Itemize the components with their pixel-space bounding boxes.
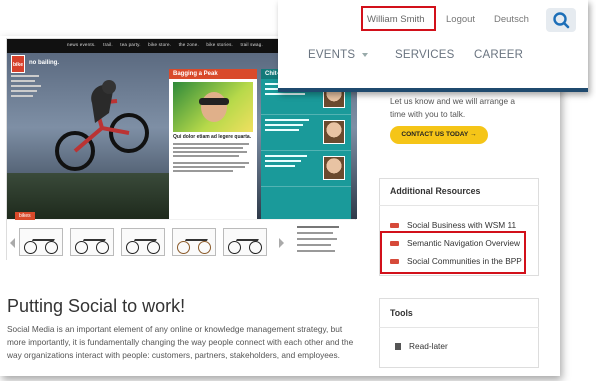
bike-thumbnail (70, 228, 114, 256)
nav-career[interactable]: CAREER (474, 49, 523, 61)
preview-logo: bike (11, 55, 25, 73)
chevron-down-icon (362, 52, 369, 57)
book-icon (395, 343, 401, 351)
bike-thumbnail (121, 228, 165, 256)
carousel-prev-icon (10, 238, 15, 248)
contact-us-button[interactable]: CONTACT US TODAY → (390, 126, 488, 144)
page: news events. trail. tea party. bike stor… (0, 0, 596, 381)
logout-link[interactable]: Logout (446, 14, 475, 25)
feature-card-heading: Qui dolor etiam ad legere quarta. (173, 134, 252, 140)
resource-link[interactable]: Social Business with WSM 11 (390, 220, 516, 230)
highlight-box-resources (380, 231, 526, 274)
divider (379, 327, 539, 328)
feature-card-text: Qui dolor etiam ad legere quarta. (169, 134, 257, 172)
preview-nav-item: tea party. (120, 42, 141, 47)
preview-tagline: no bailing. (29, 60, 59, 66)
article-title: Putting Social to work! (7, 296, 186, 316)
mountain-biker-image (55, 80, 149, 171)
search-button[interactable] (546, 8, 576, 32)
nav-events[interactable]: EVENTS (308, 49, 369, 61)
feature-card-image (173, 82, 253, 132)
carousel-next-icon (279, 238, 284, 248)
contact-intro-line: time with you to talk. (390, 109, 466, 119)
preview-nav: news events. trail. tea party. bike stor… (67, 42, 269, 47)
feature-card-label: Bagging a Peak (169, 69, 257, 79)
language-link[interactable]: Deutsch (494, 14, 529, 25)
document-icon (390, 223, 399, 229)
nav-career-label: CAREER (474, 49, 524, 61)
avatar (323, 120, 345, 144)
preview-nav-item: bike store. (148, 42, 172, 47)
read-later-label: Read-later (409, 341, 448, 351)
nav-services[interactable]: SERVICES (395, 49, 455, 61)
contact-intro-line: Let us know and we will arrange a (390, 96, 515, 106)
resource-link-label: Social Business with WSM 11 (407, 220, 517, 230)
avatar (323, 156, 345, 180)
search-icon (553, 12, 570, 29)
additional-resources-title: Additional Resources (390, 186, 481, 196)
preview-nav-item: the zone. (178, 42, 199, 47)
header-accent-bar (278, 88, 588, 92)
divider (379, 205, 539, 206)
bike-thumbnail (223, 228, 267, 256)
preview-side-list (297, 226, 339, 252)
read-later-link[interactable]: Read-later (395, 341, 448, 351)
preview-bike-carousel: bikes (7, 212, 357, 260)
nav-services-label: SERVICES (395, 49, 455, 61)
bike-thumbnail (19, 228, 63, 256)
preview-nav-item: bike stories. (206, 42, 233, 47)
nav-events-label: EVENTS (308, 49, 356, 61)
bikes-tab: bikes (15, 212, 35, 220)
article-body: Social Media is an important element of … (7, 324, 354, 360)
bike-thumbnail (172, 228, 216, 256)
preview-nav-item: trail. (103, 42, 113, 47)
chat-row (261, 115, 351, 151)
preview-hero-links (11, 75, 41, 100)
preview-nav-item: trail swag. (240, 42, 263, 47)
preview-nav-item: news events. (67, 42, 96, 47)
contact-intro: Let us know and we will arrange a time w… (390, 95, 515, 121)
preview-feature-card: Bagging a Peak Qui dolor etiam ad legere… (169, 69, 257, 219)
highlight-box-user (361, 6, 436, 31)
chat-row (261, 151, 351, 187)
tools-title: Tools (390, 308, 413, 318)
